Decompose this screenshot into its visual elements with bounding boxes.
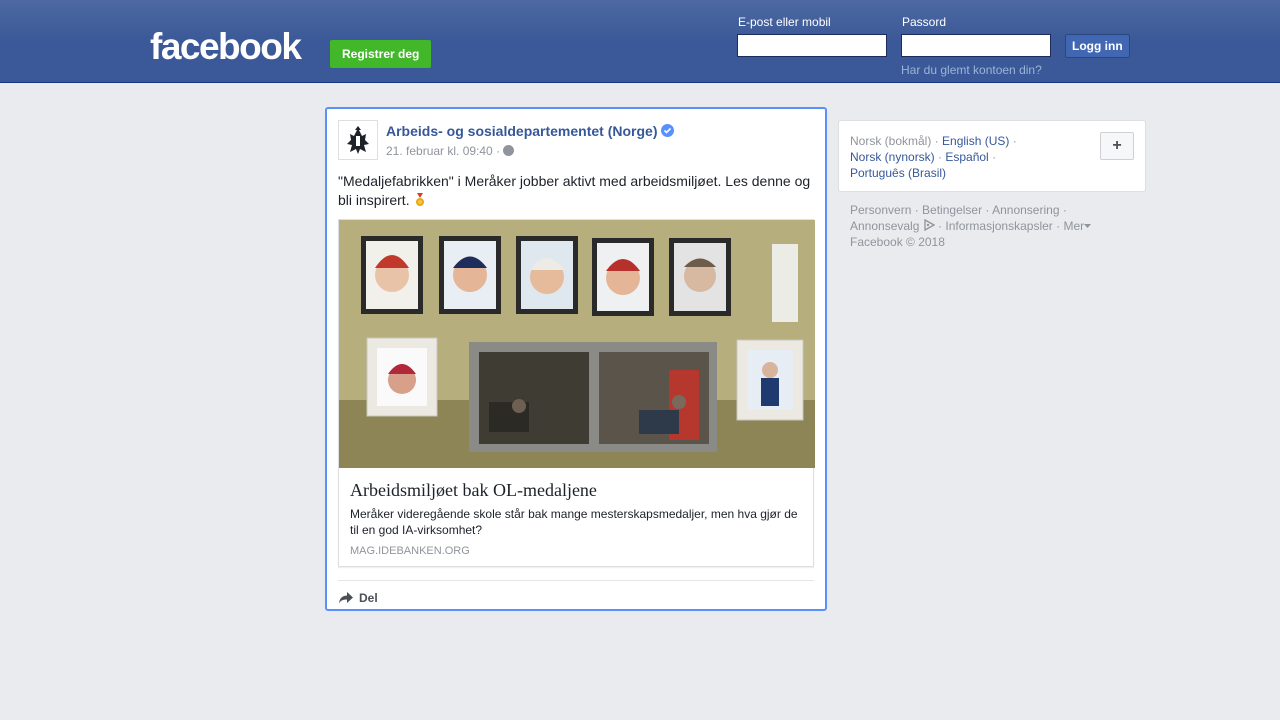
footer-links: Personvern · Betingelser · Annonsering ·… xyxy=(850,202,1140,250)
email-label: E-post eller mobil xyxy=(738,15,831,29)
top-bar: facebook Registrer deg E-post eller mobi… xyxy=(0,0,1280,83)
register-button[interactable]: Registrer deg xyxy=(330,40,432,68)
post-card: Arbeids- og sosialdepartementet (Norge) … xyxy=(325,107,827,611)
language-option[interactable]: Português (Brasil) xyxy=(850,166,946,180)
link-preview-image[interactable] xyxy=(339,220,815,468)
footer-link-advertising[interactable]: Annonsering xyxy=(992,203,1059,217)
divider xyxy=(338,580,814,581)
link-description: Meråker videregående skole står bak mang… xyxy=(350,507,798,537)
language-option[interactable]: Norsk (nynorsk) xyxy=(850,150,935,164)
footer-link-privacy[interactable]: Personvern xyxy=(850,203,911,217)
verified-badge-icon xyxy=(661,124,674,137)
link-preview-card[interactable]: Arbeidsmiljøet bak OL-medaljene Meråker … xyxy=(338,219,815,567)
language-option[interactable]: Español xyxy=(945,150,988,164)
post-text-body: "Medaljefabrikken" i Meråker jobber akti… xyxy=(338,173,811,208)
more-languages-button[interactable]: + xyxy=(1100,132,1134,160)
facebook-logo[interactable]: facebook xyxy=(150,25,302,69)
language-option[interactable]: English (US) xyxy=(942,134,1009,148)
post-text: "Medaljefabrikken" i Meråker jobber akti… xyxy=(338,172,816,210)
footer-link-more[interactable]: Mer xyxy=(1063,219,1084,233)
footer-link-adchoices[interactable]: Annonsevalg xyxy=(850,219,919,233)
page-avatar[interactable] xyxy=(338,120,378,160)
share-button[interactable]: Del xyxy=(338,588,378,608)
post-timestamp[interactable]: 21. februar kl. 09:40 · xyxy=(386,144,500,158)
login-button[interactable]: Logg inn xyxy=(1065,34,1130,58)
password-field[interactable] xyxy=(901,34,1051,57)
page-name-link[interactable]: Arbeids- og sosialdepartementet (Norge) xyxy=(386,123,658,139)
link-title[interactable]: Arbeidsmiljøet bak OL-medaljene xyxy=(350,480,597,501)
copyright: Facebook © 2018 xyxy=(850,235,945,249)
share-label: Del xyxy=(359,591,378,605)
current-language: Norsk (bokmål) xyxy=(850,134,932,148)
forgot-account-link[interactable]: Har du glemt kontoen din? xyxy=(901,63,1042,77)
medal-icon xyxy=(415,193,425,207)
password-label: Passord xyxy=(902,15,947,29)
footer-link-cookies[interactable]: Informasjonskapsler xyxy=(945,219,1052,233)
globe-icon xyxy=(503,145,514,156)
language-selector: Norsk (bokmål) · English (US) · Norsk (n… xyxy=(838,120,1146,192)
share-arrow-icon xyxy=(339,592,353,604)
email-field[interactable] xyxy=(737,34,887,57)
link-domain: MAG.IDEBANKEN.ORG xyxy=(350,545,470,557)
coat-of-arms-icon xyxy=(347,126,369,154)
chevron-down-icon[interactable] xyxy=(1084,224,1092,229)
footer-link-terms[interactable]: Betingelser xyxy=(922,203,982,217)
adchoices-icon xyxy=(924,219,935,231)
